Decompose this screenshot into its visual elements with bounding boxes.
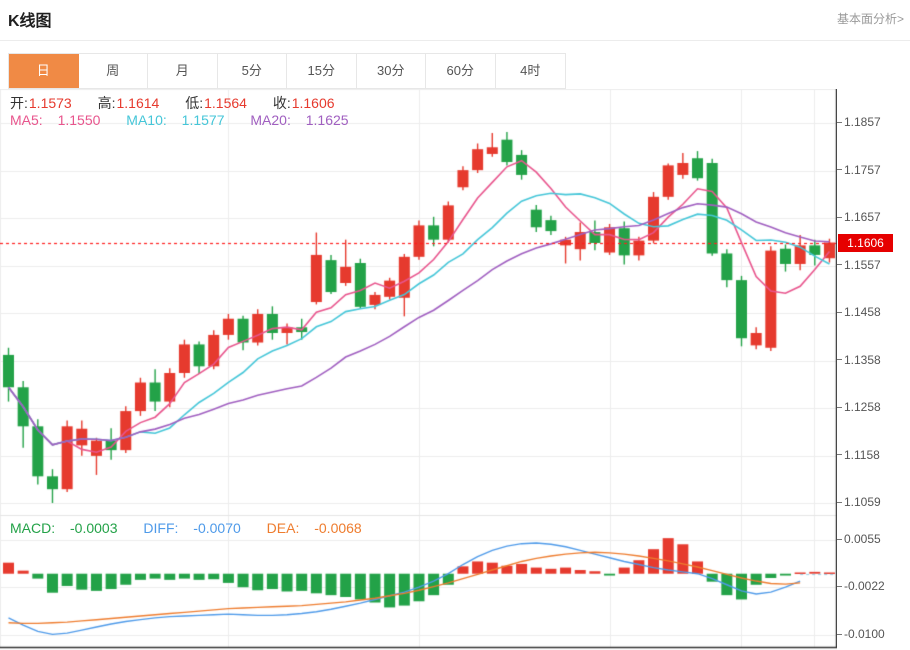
price-axis-label: 1.1857 xyxy=(837,115,881,129)
open-value: 1.1573 xyxy=(29,95,72,111)
ma5-label: MA5: xyxy=(10,112,43,128)
period-tabs: 日 周 月 5分 15分 30分 60分 4时 xyxy=(8,53,566,89)
macd-axis-label: -0.0022 xyxy=(837,579,885,593)
tab-5min[interactable]: 5分 xyxy=(218,54,288,88)
candlestick-chart-canvas[interactable] xyxy=(0,89,837,650)
high-label: 高: xyxy=(98,95,116,111)
axis-tick xyxy=(837,586,842,587)
tab-day[interactable]: 日 xyxy=(9,54,79,88)
axis-tick xyxy=(837,634,842,635)
ohlc-legend: 开:1.1573 高:1.1614 低:1.1564 收:1.1606 xyxy=(10,93,357,113)
tab-month[interactable]: 月 xyxy=(148,54,218,88)
y-axis: 1.1857 1.1757 1.1657 1.1557 1.1458 1.1358 1.12… xyxy=(837,89,910,650)
ma10-label: MA10: xyxy=(126,112,166,128)
page-title: K线图 xyxy=(8,7,52,31)
ma20-label: MA20: xyxy=(250,112,290,128)
macd-axis-label: -0.0100 xyxy=(837,627,885,641)
ma5-value: 1.1550 xyxy=(58,112,101,128)
axis-tick xyxy=(837,264,842,265)
price-axis-label: 1.1358 xyxy=(837,353,881,367)
header: K线图 基本面分析> xyxy=(0,0,910,40)
diff-value: -0.0070 xyxy=(193,520,240,536)
open-label: 开: xyxy=(10,95,28,111)
macd-axis-label: 0.0055 xyxy=(837,532,881,546)
fundamental-analysis-link[interactable]: 基本面分析> xyxy=(837,10,904,27)
axis-tick xyxy=(837,217,842,218)
price-axis-label: 1.1258 xyxy=(837,400,881,414)
price-axis-label: 1.1158 xyxy=(837,448,880,462)
close-label: 收: xyxy=(273,95,291,111)
axis-tick xyxy=(837,407,842,408)
price-axis-label: 1.1059 xyxy=(837,495,881,509)
header-divider xyxy=(0,40,910,41)
macd-label: MACD: xyxy=(10,520,55,536)
price-axis-label: 1.1757 xyxy=(837,163,881,177)
axis-tick xyxy=(837,122,842,123)
low-value: 1.1564 xyxy=(204,95,247,111)
dea-label: DEA: xyxy=(267,520,300,536)
axis-tick xyxy=(837,454,842,455)
price-axis-label: 1.1557 xyxy=(837,258,881,272)
tab-60min[interactable]: 60分 xyxy=(426,54,496,88)
macd-value: -0.0003 xyxy=(70,520,117,536)
macd-legend: MACD: -0.0003 DIFF: -0.0070 DEA: -0.0068 xyxy=(10,520,384,536)
axis-tick xyxy=(837,312,842,313)
axis-tick xyxy=(837,359,842,360)
current-price-tag: 1.1606 xyxy=(838,234,893,252)
diff-label: DIFF: xyxy=(143,520,178,536)
low-label: 低: xyxy=(185,95,203,111)
dea-value: -0.0068 xyxy=(314,520,361,536)
price-axis-label: 1.1458 xyxy=(837,305,881,319)
price-axis-label: 1.1657 xyxy=(837,210,881,224)
axis-tick xyxy=(837,502,842,503)
axis-tick xyxy=(837,539,842,540)
tab-15min[interactable]: 15分 xyxy=(287,54,357,88)
tab-4hour[interactable]: 4时 xyxy=(496,54,566,88)
ma20-value: 1.1625 xyxy=(306,112,349,128)
ma-legend: MA5: 1.1550 MA10: 1.1577 MA20: 1.1625 xyxy=(10,112,371,128)
axis-tick xyxy=(837,169,842,170)
close-value: 1.1606 xyxy=(292,95,335,111)
tab-week[interactable]: 周 xyxy=(79,54,149,88)
high-value: 1.1614 xyxy=(117,95,160,111)
tab-30min[interactable]: 30分 xyxy=(357,54,427,88)
ma10-value: 1.1577 xyxy=(182,112,225,128)
chart-area: 开:1.1573 高:1.1614 低:1.1564 收:1.1606 MA5:… xyxy=(0,89,910,650)
